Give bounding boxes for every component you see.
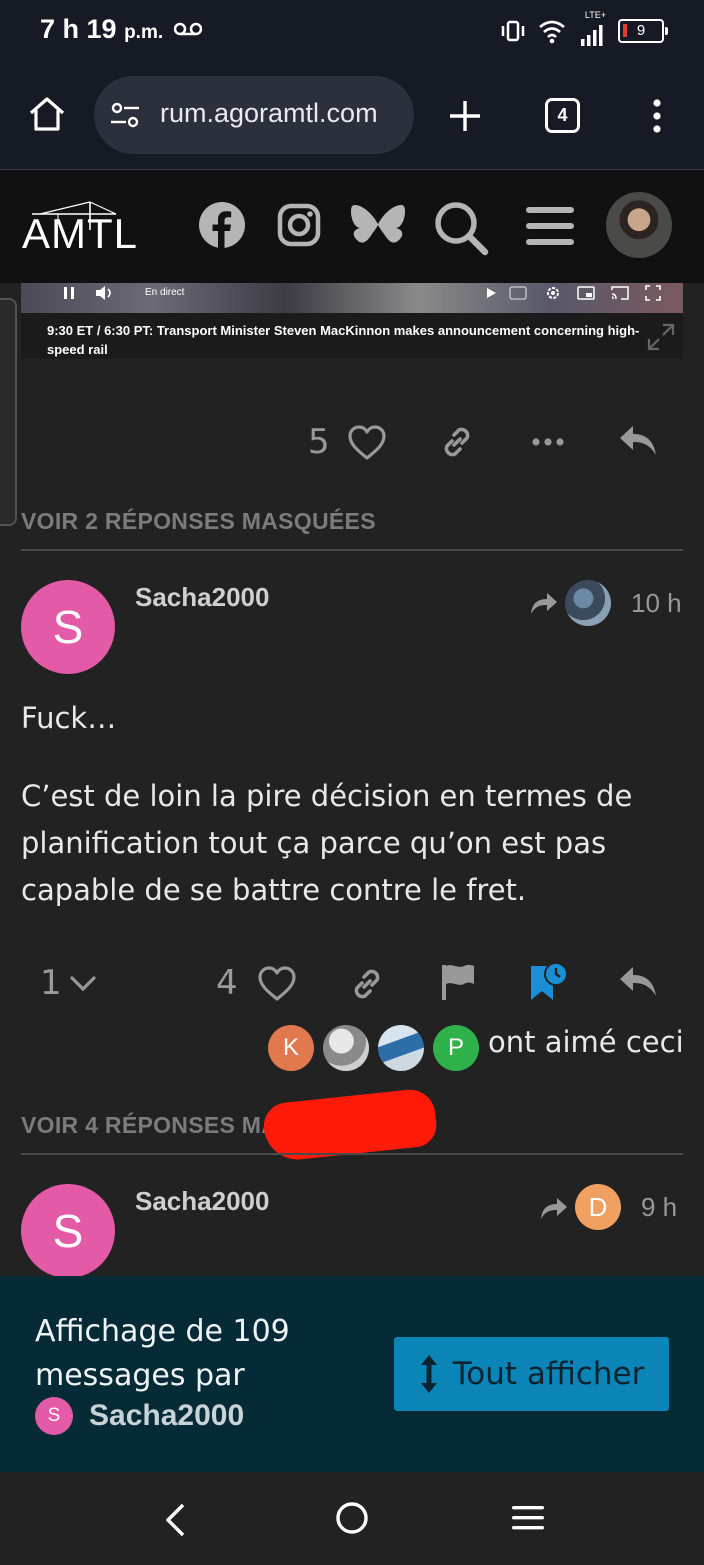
battery-level: 9 [636, 22, 646, 39]
post-body: Fuck… C’est de loin la pire décision en … [21, 695, 683, 914]
post-paragraph: Fuck… [21, 701, 117, 735]
banner-user-avatar: S [35, 1397, 73, 1435]
post-username[interactable]: Sacha2000 [135, 1186, 269, 1217]
site-settings-icon[interactable] [110, 102, 140, 128]
user-avatar[interactable] [606, 192, 672, 258]
bookmark-clock-icon[interactable] [529, 962, 569, 1002]
chevron-down-icon[interactable] [70, 975, 96, 993]
show-all-label: Tout afficher [452, 1356, 645, 1392]
banner-username: Sacha2000 [89, 1399, 245, 1432]
status-time: 7 h 19 p.m. [40, 14, 163, 45]
wifi-icon [539, 20, 565, 44]
cast-icon[interactable] [611, 286, 629, 300]
status-bar: 7 h 19 p.m. LTE+ 9 [0, 0, 704, 62]
url-text: rum.agoramtl.com [160, 98, 378, 128]
embedded-video[interactable]: En direct 9:30 ET / 6:30 PT: Transport M… [21, 283, 683, 359]
post-paragraph: C’est de loin la pire décision en termes… [21, 779, 633, 907]
side-panel-handle[interactable] [0, 298, 17, 526]
url-bar[interactable]: rum.agoramtl.com [94, 76, 414, 154]
filter-banner: Affichage de 109 messages par S Sacha200… [0, 1276, 704, 1472]
clock-text: 7 h 19 [40, 14, 117, 44]
post-avatar[interactable]: S [21, 1184, 115, 1278]
recent-apps-icon[interactable] [511, 1505, 545, 1531]
divider [21, 549, 683, 551]
reply-icon[interactable] [618, 965, 658, 999]
hamburger-menu-icon[interactable] [525, 206, 575, 246]
liker-avatar[interactable] [378, 1025, 424, 1071]
post-avatar[interactable]: S [21, 580, 115, 674]
more-menu-icon[interactable] [650, 98, 664, 134]
hidden-replies-toggle[interactable]: VOIR 2 RÉPONSES MASQUÉES [21, 508, 376, 535]
facebook-icon[interactable] [198, 201, 246, 249]
instagram-icon[interactable] [277, 203, 321, 247]
more-actions-icon[interactable] [531, 436, 565, 448]
reply-count[interactable]: 1 [40, 963, 62, 1003]
video-caption: 9:30 ET / 6:30 PT: Transport Minister St… [47, 323, 640, 357]
voicemail-icon [174, 22, 202, 36]
expand-video-icon[interactable] [647, 323, 675, 351]
post-time[interactable]: 10 h [631, 588, 682, 619]
volume-icon[interactable] [95, 285, 115, 301]
back-icon[interactable] [163, 1502, 187, 1538]
home-button-icon[interactable] [335, 1501, 369, 1535]
logo-text: AMTL [22, 210, 139, 257]
like-heart-icon[interactable] [257, 966, 297, 1002]
banner-user[interactable]: S Sacha2000 [35, 1397, 244, 1435]
fullscreen-icon[interactable] [645, 285, 661, 301]
liker-avatar[interactable]: P [433, 1025, 479, 1071]
cell-signal: LTE+ [578, 10, 606, 46]
reply-to-icon [541, 1198, 567, 1219]
video-settings-icon[interactable] [545, 285, 561, 301]
liker-avatar[interactable]: K [268, 1025, 314, 1071]
liker-avatar[interactable] [323, 1025, 369, 1071]
redaction-mark [261, 1087, 439, 1163]
signal-icon [581, 25, 603, 46]
captions-icon[interactable] [509, 286, 527, 300]
pause-icon[interactable] [63, 286, 75, 300]
miniplayer-icon[interactable] [577, 286, 595, 300]
new-tab-icon[interactable] [448, 99, 482, 133]
vibrate-icon [501, 20, 525, 42]
battery-indicator: 9 [618, 19, 668, 43]
reply-to-avatar[interactable]: D [575, 1184, 621, 1230]
show-all-button[interactable]: Tout afficher [394, 1337, 669, 1411]
home-icon[interactable] [28, 96, 66, 132]
search-icon[interactable] [433, 200, 489, 256]
reply-icon[interactable] [618, 424, 658, 458]
live-label: En direct [145, 287, 185, 298]
post-time[interactable]: 9 h [641, 1192, 677, 1223]
post-username[interactable]: Sacha2000 [135, 582, 269, 613]
ampm-text: p.m. [124, 22, 164, 43]
reply-to-avatar[interactable] [565, 580, 611, 626]
network-type: LTE+ [584, 10, 606, 20]
browser-toolbar: rum.agoramtl.com 4 [0, 62, 704, 170]
copy-link-icon[interactable] [438, 423, 476, 461]
reply-to-icon [531, 593, 557, 614]
like-count: 5 [308, 422, 330, 462]
like-heart-icon[interactable] [347, 425, 387, 461]
bluesky-icon[interactable] [350, 203, 406, 251]
site-logo[interactable]: AMTL [0, 170, 150, 283]
tab-switcher-button[interactable]: 4 [545, 98, 580, 133]
like-count: 4 [216, 963, 238, 1003]
expand-vertical-icon [420, 1355, 437, 1393]
flag-icon[interactable] [440, 963, 476, 1001]
liked-by-text: ont aimé ceci [488, 1025, 684, 1059]
divider [21, 1153, 683, 1155]
system-nav-bar [0, 1472, 704, 1565]
site-header: AMTL [0, 170, 704, 283]
copy-link-icon[interactable] [348, 965, 386, 1003]
banner-text: Affichage de 109 messages par [35, 1314, 290, 1393]
video-play-icon[interactable] [485, 287, 497, 299]
